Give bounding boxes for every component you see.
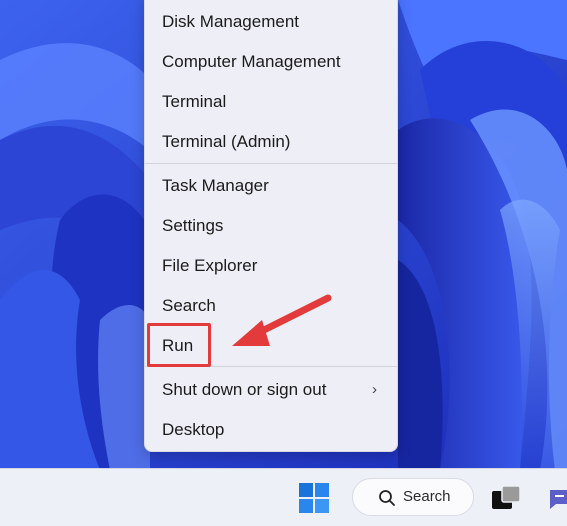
menu-item-shut-down-or-sign-out[interactable]: Shut down or sign out ›: [145, 370, 397, 410]
menu-item-label: Search: [162, 296, 216, 315]
menu-item-terminal[interactable]: Terminal: [145, 82, 397, 122]
menu-item-computer-management[interactable]: Computer Management: [145, 42, 397, 82]
menu-item-label: Settings: [162, 216, 224, 235]
menu-item-label: Desktop: [162, 420, 225, 439]
menu-separator: [145, 163, 397, 164]
winx-context-menu: Disk Management Computer Management Term…: [144, 0, 398, 452]
chat-icon: [550, 490, 567, 509]
menu-item-label: Terminal: [162, 92, 227, 111]
menu-item-task-manager[interactable]: Task Manager: [145, 166, 397, 206]
menu-item-label: Shut down or sign out: [162, 380, 327, 399]
run-highlight-box: [147, 323, 211, 367]
menu-item-settings[interactable]: Settings: [145, 206, 397, 246]
menu-item-label: Terminal (Admin): [162, 132, 291, 151]
start-button[interactable]: [297, 481, 331, 515]
task-view-icon: [492, 485, 521, 509]
menu-item-desktop[interactable]: Desktop: [145, 410, 397, 450]
menu-item-disk-management[interactable]: Disk Management: [145, 2, 397, 42]
menu-item-label: Computer Management: [162, 52, 341, 71]
menu-item-file-explorer[interactable]: File Explorer: [145, 246, 397, 286]
chat-button[interactable]: [546, 482, 567, 514]
task-view-button[interactable]: [489, 482, 523, 514]
search-icon: [379, 490, 395, 506]
menu-item-label: File Explorer: [162, 256, 258, 275]
menu-item-label: Disk Management: [162, 12, 300, 31]
taskbar: Search: [0, 468, 567, 526]
windows-logo-icon: [299, 483, 329, 513]
taskbar-search-box[interactable]: Search: [352, 478, 474, 516]
chevron-right-icon: ›: [372, 381, 377, 398]
menu-item-label: Task Manager: [162, 176, 269, 195]
menu-item-terminal-admin[interactable]: Terminal (Admin): [145, 122, 397, 162]
red-arrow-annotation-icon: [232, 294, 332, 346]
search-label: Search: [403, 488, 451, 505]
